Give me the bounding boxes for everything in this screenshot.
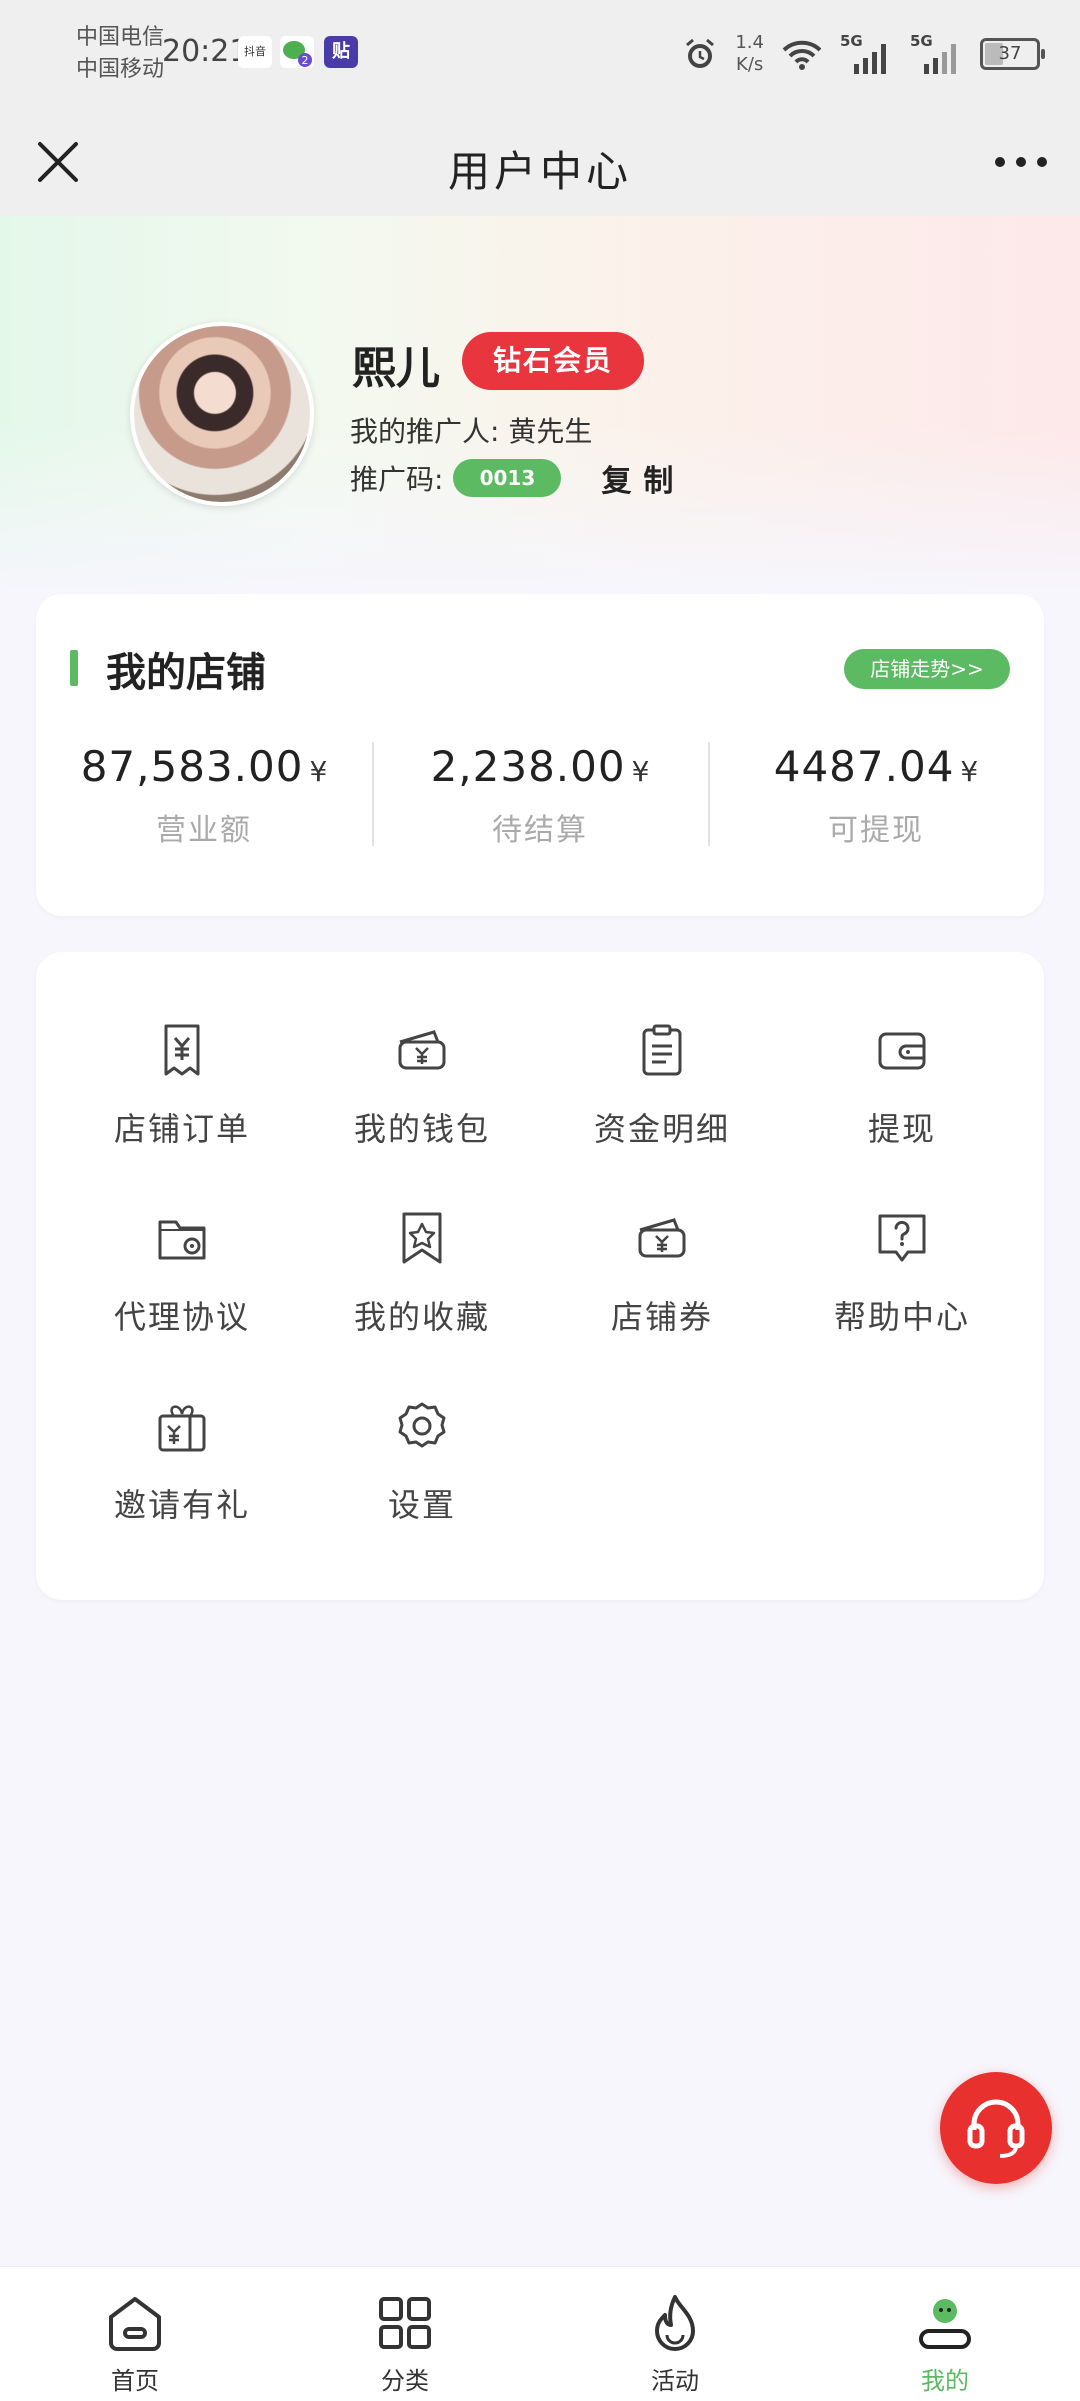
gear-icon xyxy=(398,1402,446,1448)
tab-activity[interactable]: 活动 xyxy=(540,2267,810,2401)
clipboard-list-icon xyxy=(642,1024,682,1076)
page-title: 用户中心 xyxy=(447,147,632,196)
menu-label: 我的收藏 xyxy=(353,1298,490,1336)
menu-label: 代理协议 xyxy=(113,1298,250,1336)
copy-button[interactable]: 复制 xyxy=(601,456,685,500)
stat-unit: ¥ xyxy=(960,755,979,788)
douyin-notification-icon: 抖音 xyxy=(238,36,272,68)
username: 熙儿 xyxy=(352,343,440,394)
more-dots-icon xyxy=(995,157,1047,167)
stat-pending[interactable]: 2,238.00 ¥ 待结算 xyxy=(372,742,708,848)
menu-label: 提现 xyxy=(867,1110,936,1148)
menu-label: 邀请有礼 xyxy=(113,1486,250,1524)
tab-label: 分类 xyxy=(381,2367,429,2395)
stat-label: 营业额 xyxy=(156,813,252,848)
stat-label: 待结算 xyxy=(492,813,588,848)
stat-value: 2,238.00 xyxy=(430,742,626,791)
user-icon xyxy=(919,2299,971,2349)
stat-unit: ¥ xyxy=(309,755,328,788)
battery-level: 37 xyxy=(998,43,1022,64)
promo-code-value: 0013 xyxy=(453,459,562,497)
referrer-text: 我的推广人: 黄先生 xyxy=(350,415,593,448)
shop-stats: 87,583.00 ¥ 营业额 2,238.00 ¥ 待结算 4487.04 ¥ 可提… xyxy=(36,742,1044,848)
tab-label: 活动 xyxy=(651,2367,699,2395)
purse-icon xyxy=(878,1032,926,1070)
signal-bars-icon xyxy=(854,44,886,74)
wechat-notification-icon: 2 xyxy=(280,36,314,68)
stat-unit: ¥ xyxy=(631,755,650,788)
tab-category[interactable]: 分类 xyxy=(270,2267,540,2401)
battery-icon: 37 xyxy=(980,38,1045,70)
stat-revenue[interactable]: 87,583.00 ¥ 营业额 xyxy=(36,742,372,848)
menu-item-agent-agreement[interactable]: 代理协议 xyxy=(62,1208,302,1358)
wechat-badge-count: 2 xyxy=(302,54,309,67)
more-options-button[interactable] xyxy=(986,140,1056,184)
avatar[interactable] xyxy=(130,322,314,506)
stat-value: 87,583.00 xyxy=(80,742,304,791)
function-menu-card: 店铺订单 我的钱包 资金明细 提现 代理协议 我的收藏 店铺券 帮助中心 邀请有… xyxy=(36,952,1044,1600)
flame-icon xyxy=(655,2295,695,2351)
stat-withdrawable[interactable]: 4487.04 ¥ 可提现 xyxy=(708,742,1044,848)
promo-code-label: 推广码: xyxy=(350,463,444,496)
alarm-icon xyxy=(686,38,715,68)
menu-item-shop-coupons[interactable]: 店铺券 xyxy=(542,1208,782,1358)
wallet-yen-icon xyxy=(398,1030,446,1070)
carrier-1: 中国电信 xyxy=(76,25,165,50)
status-bar: 中国电信 中国移动 20:21 抖音 2 贴 1.4 K/s 5G 5G 37 xyxy=(0,0,1080,108)
help-question-icon xyxy=(878,1214,926,1262)
receipt-yen-icon xyxy=(164,1024,200,1076)
menu-item-my-wallet[interactable]: 我的钱包 xyxy=(302,1020,542,1170)
menu-item-fund-details[interactable]: 资金明细 xyxy=(542,1020,782,1170)
customer-service-button[interactable] xyxy=(940,2072,1052,2184)
menu-item-settings[interactable]: 设置 xyxy=(302,1396,542,1546)
menu-label: 我的钱包 xyxy=(353,1110,490,1148)
headset-icon xyxy=(967,2099,1025,2158)
menu-label: 店铺券 xyxy=(610,1298,713,1336)
menu-label: 店铺订单 xyxy=(113,1110,250,1148)
menu-item-help-center[interactable]: 帮助中心 xyxy=(782,1208,1022,1358)
title-bar: 用户中心 xyxy=(0,108,1080,216)
shop-title: 我的店铺 xyxy=(106,650,266,696)
gift-icon xyxy=(158,1405,206,1452)
wifi-icon xyxy=(782,40,822,70)
net-speed-unit: K/s xyxy=(736,54,764,75)
net-speed-value: 1.4 xyxy=(735,32,764,53)
star-bookmark-icon xyxy=(402,1212,442,1264)
stat-value: 4487.04 xyxy=(773,742,955,791)
menu-item-invite-rewards[interactable]: 邀请有礼 xyxy=(62,1396,302,1546)
bottom-tab-bar: 首页 分类 活动 我的 xyxy=(0,2266,1080,2401)
carrier-info: 中国电信 中国移动 xyxy=(76,22,164,86)
shop-trend-button[interactable]: 店铺走势>> xyxy=(844,649,1010,689)
my-shop-card: 我的店铺 店铺走势>> 87,583.00 ¥ 营业额 2,238.00 ¥ 待结算… xyxy=(36,594,1044,916)
vip-badge: 钻石会员 xyxy=(462,332,644,390)
section-accent-bar xyxy=(70,650,78,686)
signal-bars-icon xyxy=(924,44,956,74)
menu-label: 帮助中心 xyxy=(833,1298,970,1336)
tab-label: 首页 xyxy=(111,2367,159,2395)
carrier-2: 中国移动 xyxy=(76,57,165,82)
menu-label: 设置 xyxy=(387,1486,456,1524)
clock: 20:21 xyxy=(162,34,249,69)
menu-item-shop-orders[interactable]: 店铺订单 xyxy=(62,1020,302,1170)
menu-label: 资金明细 xyxy=(593,1110,730,1148)
home-icon xyxy=(109,2297,161,2351)
promo-code-row: 推广码: 0013 复制 xyxy=(350,456,685,500)
tab-home[interactable]: 首页 xyxy=(0,2267,270,2401)
tab-mine[interactable]: 我的 xyxy=(810,2267,1080,2401)
stat-label: 可提现 xyxy=(828,813,924,848)
tieba-notification-icon: 贴 xyxy=(324,36,358,68)
coupon-yen-icon xyxy=(638,1218,686,1258)
signal-2: 5G xyxy=(910,32,962,74)
net-speed: 1.4 K/s xyxy=(735,32,764,76)
grid-icon xyxy=(379,2297,431,2349)
signal-1: 5G xyxy=(840,32,892,74)
tab-label: 我的 xyxy=(921,2367,969,2395)
status-icons: 1.4 K/s 5G 5G 37 xyxy=(683,26,1045,82)
menu-item-my-favorites[interactable]: 我的收藏 xyxy=(302,1208,542,1358)
folder-agreement-icon xyxy=(158,1220,206,1260)
menu-item-withdraw[interactable]: 提现 xyxy=(782,1020,1022,1170)
